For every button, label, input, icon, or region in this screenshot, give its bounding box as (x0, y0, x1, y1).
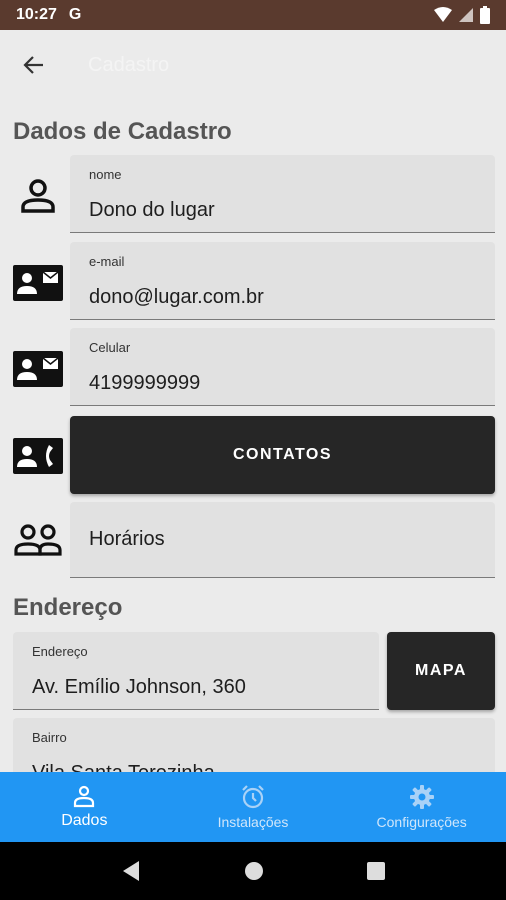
section-title-endereco: Endereço (13, 594, 123, 621)
nav-item-instalacoes[interactable]: Instalações (169, 772, 338, 842)
contact-phone-icon (12, 430, 64, 482)
people-icon (12, 514, 64, 566)
celular-field[interactable]: Celular 4199999999 (70, 328, 495, 406)
page-title: Cadastro (88, 53, 170, 76)
gear-icon (409, 785, 434, 809)
email-field[interactable]: e-mail dono@lugar.com.br (70, 242, 495, 320)
signal-icon (459, 8, 473, 22)
bairro-field[interactable]: Bairro Vila Santa Terezinha (13, 718, 495, 772)
endereco-field[interactable]: Endereço Av. Emílio Johnson, 360 (13, 632, 379, 710)
google-icon: G (68, 6, 82, 23)
celular-value: 4199999999 (89, 372, 201, 394)
person-icon (12, 170, 64, 222)
arrow-left-icon (23, 56, 43, 74)
contact-mail-icon (12, 257, 64, 309)
battery-icon (480, 6, 490, 24)
wifi-icon (434, 7, 452, 22)
nav-label-configuracoes: Configurações (376, 814, 467, 830)
bottom-navigation: Dados Instalações Configurações (0, 772, 506, 842)
mapa-button[interactable]: MAPA (387, 632, 495, 710)
bairro-value: Vila Santa Terezinha (32, 762, 215, 772)
status-time: 10:27 (16, 6, 57, 23)
system-navigation-bar (0, 842, 506, 900)
alarm-icon (242, 785, 264, 809)
contact-mail-icon (12, 343, 64, 395)
email-value: dono@lugar.com.br (89, 286, 264, 308)
endereco-value: Av. Emílio Johnson, 360 (32, 676, 246, 698)
nav-label-dados: Dados (61, 812, 108, 829)
horarios-value: Horários (89, 528, 165, 550)
endereco-label: Endereço (32, 644, 88, 659)
status-bar: 10:27 G (0, 0, 506, 30)
back-triangle-icon[interactable] (121, 860, 141, 882)
email-label: e-mail (89, 254, 125, 269)
app-bar: Cadastro (0, 30, 506, 100)
horarios-field[interactable]: Horários (70, 502, 495, 578)
form-content[interactable]: Dados de Cadastro nome Dono do lugar e-m… (0, 100, 506, 772)
section-title-cadastro: Dados de Cadastro (13, 118, 232, 145)
recents-square-icon[interactable] (366, 862, 385, 880)
nav-item-dados[interactable]: Dados (0, 772, 169, 842)
home-circle-icon[interactable] (244, 861, 264, 881)
nav-item-configuracoes[interactable]: Configurações (337, 772, 506, 842)
nome-value: Dono do lugar (89, 199, 215, 221)
nome-field[interactable]: nome Dono do lugar (70, 155, 495, 233)
back-button[interactable] (14, 45, 54, 85)
person-icon (74, 785, 95, 808)
contatos-button[interactable]: CONTATOS (70, 416, 495, 494)
nav-label-instalacoes: Instalações (217, 814, 289, 830)
nome-label: nome (89, 167, 122, 182)
bairro-label: Bairro (32, 730, 67, 745)
celular-label: Celular (89, 340, 131, 355)
